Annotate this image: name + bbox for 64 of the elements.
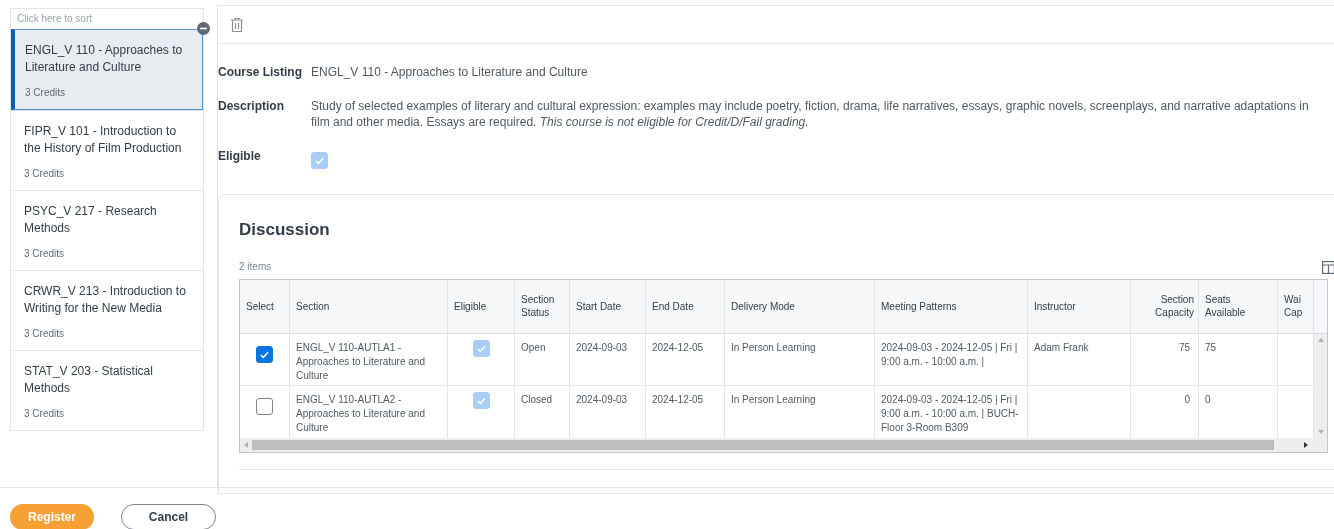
course-title: CRWR_V 213 - Introduction to Writing for the New Media [24,283,187,317]
column-header[interactable]: Eligible [454,299,487,313]
scroll-left-icon[interactable] [244,441,248,448]
course-item[interactable]: PSYC_V 217 - Research Methods 3 Credits [11,190,203,270]
field-label: Description [218,98,285,115]
course-credits: 3 Credits [24,247,65,261]
column-header[interactable]: Instructor [1034,299,1076,313]
column-layout-icon[interactable] [1322,260,1334,274]
column-header[interactable]: Delivery Mode [731,299,795,313]
course-title: ENGL_V 110 - Approaches to Literature and Culture [25,42,184,76]
table-cell-text: 2024-09-03 [576,340,628,355]
scroll-right-icon[interactable] [1304,441,1308,448]
course-item[interactable]: ENGL_V 110 - Approaches to Literature and Culture 3 Credits [11,29,203,110]
course-title: STAT_V 203 - Statistical Methods [24,363,154,397]
table-cell-text: 2024-09-03 [576,392,628,407]
select-checkbox[interactable] [256,397,273,415]
table-cell-text: 2024-09-03 - 2024-12-05 | Fri | 9:00 a.m. - 10:00 a.m. | [881,340,1019,369]
column-header[interactable]: Section Status [521,293,563,319]
column-header[interactable]: Start Date [576,299,622,313]
field-value: ENGL_V 110 - Approaches to Literature and Culture [311,64,588,80]
table-cell-text: Adam Frank [1034,340,1089,355]
table-cell-text: 2024-12-05 [652,340,704,355]
course-item[interactable]: CRWR_V 213 - Introduction to Writing for the New Media 3 Credits [11,270,203,350]
field-value: Study of selected examples of literary and cultural expression: examples may include poetry, fiction, drama, life narratives, essays, graphic novels, screenplays, and narrative adaptations in film and other media. Essays are required. This course is not eligible for Credit/D/Fail grading. [311,98,1310,130]
column-header[interactable]: Seats Available [1205,293,1271,319]
table-cell-text: ENGL_V 110-AUTLA1 - Approaches to Literature and Culture [296,340,426,383]
table-cell-text: 75 [1205,340,1217,355]
course-credits: 3 Credits [25,86,66,100]
course-credits: 3 Credits [24,327,65,341]
column-header[interactable]: Wai Cap [1284,293,1307,319]
column-header[interactable]: Meeting Patterns [881,299,957,313]
table-cell-text: ENGL_V 110-AUTLA2 - Approaches to Literature and Culture [296,392,426,435]
column-header[interactable]: Section Capacity [1135,293,1194,319]
course-credits: 3 Credits [24,407,65,421]
select-checkbox[interactable] [256,345,273,363]
table-cell-text: Closed [521,392,553,407]
course-title: FIPR_V 101 - Introduction to the History of Film Production [24,123,183,157]
course-item[interactable]: STAT_V 203 - Statistical Methods 3 Credits [11,350,203,430]
scroll-down-icon[interactable] [1317,429,1324,434]
table-cell-text: 0 [1205,392,1211,407]
table-cell-text: 0 [1183,392,1191,407]
vertical-scrollbar[interactable] [1314,333,1327,438]
column-header[interactable]: End Date [652,299,694,313]
column-header[interactable]: Select [246,299,274,313]
item-count: 2 items [239,259,272,274]
table-cell-text: Open [521,340,546,355]
course-title: PSYC_V 217 - Research Methods [24,203,158,237]
table-cell-text: In Person Learning [731,340,816,355]
course-item[interactable]: FIPR_V 101 - Introduction to the History of Film Production 3 Credits [11,110,203,190]
trash-icon[interactable] [230,16,244,33]
field-label: Course Listing [218,64,303,80]
course-credits: 3 Credits [24,167,65,181]
column-header[interactable]: Section [296,299,330,313]
horizontal-scrollbar[interactable] [240,437,1327,452]
field-label: Eligible [218,148,262,165]
table-cell-text: 2024-09-03 - 2024-12-05 | Fri | 9:00 a.m. - 10:00 a.m. | BUCH-Floor 3-Room B309 [881,392,1020,435]
table-cell-text: In Person Learning [731,392,816,407]
remove-icon[interactable] [197,22,210,35]
table-cell-text: 75 [1177,340,1191,355]
cancel-button[interactable]: Cancel [121,504,216,529]
table-cell-text: 2024-12-05 [652,392,704,407]
scroll-up-icon[interactable] [1317,337,1324,342]
section-title: Discussion [239,219,331,241]
scrollbar-thumb[interactable] [252,439,1274,450]
